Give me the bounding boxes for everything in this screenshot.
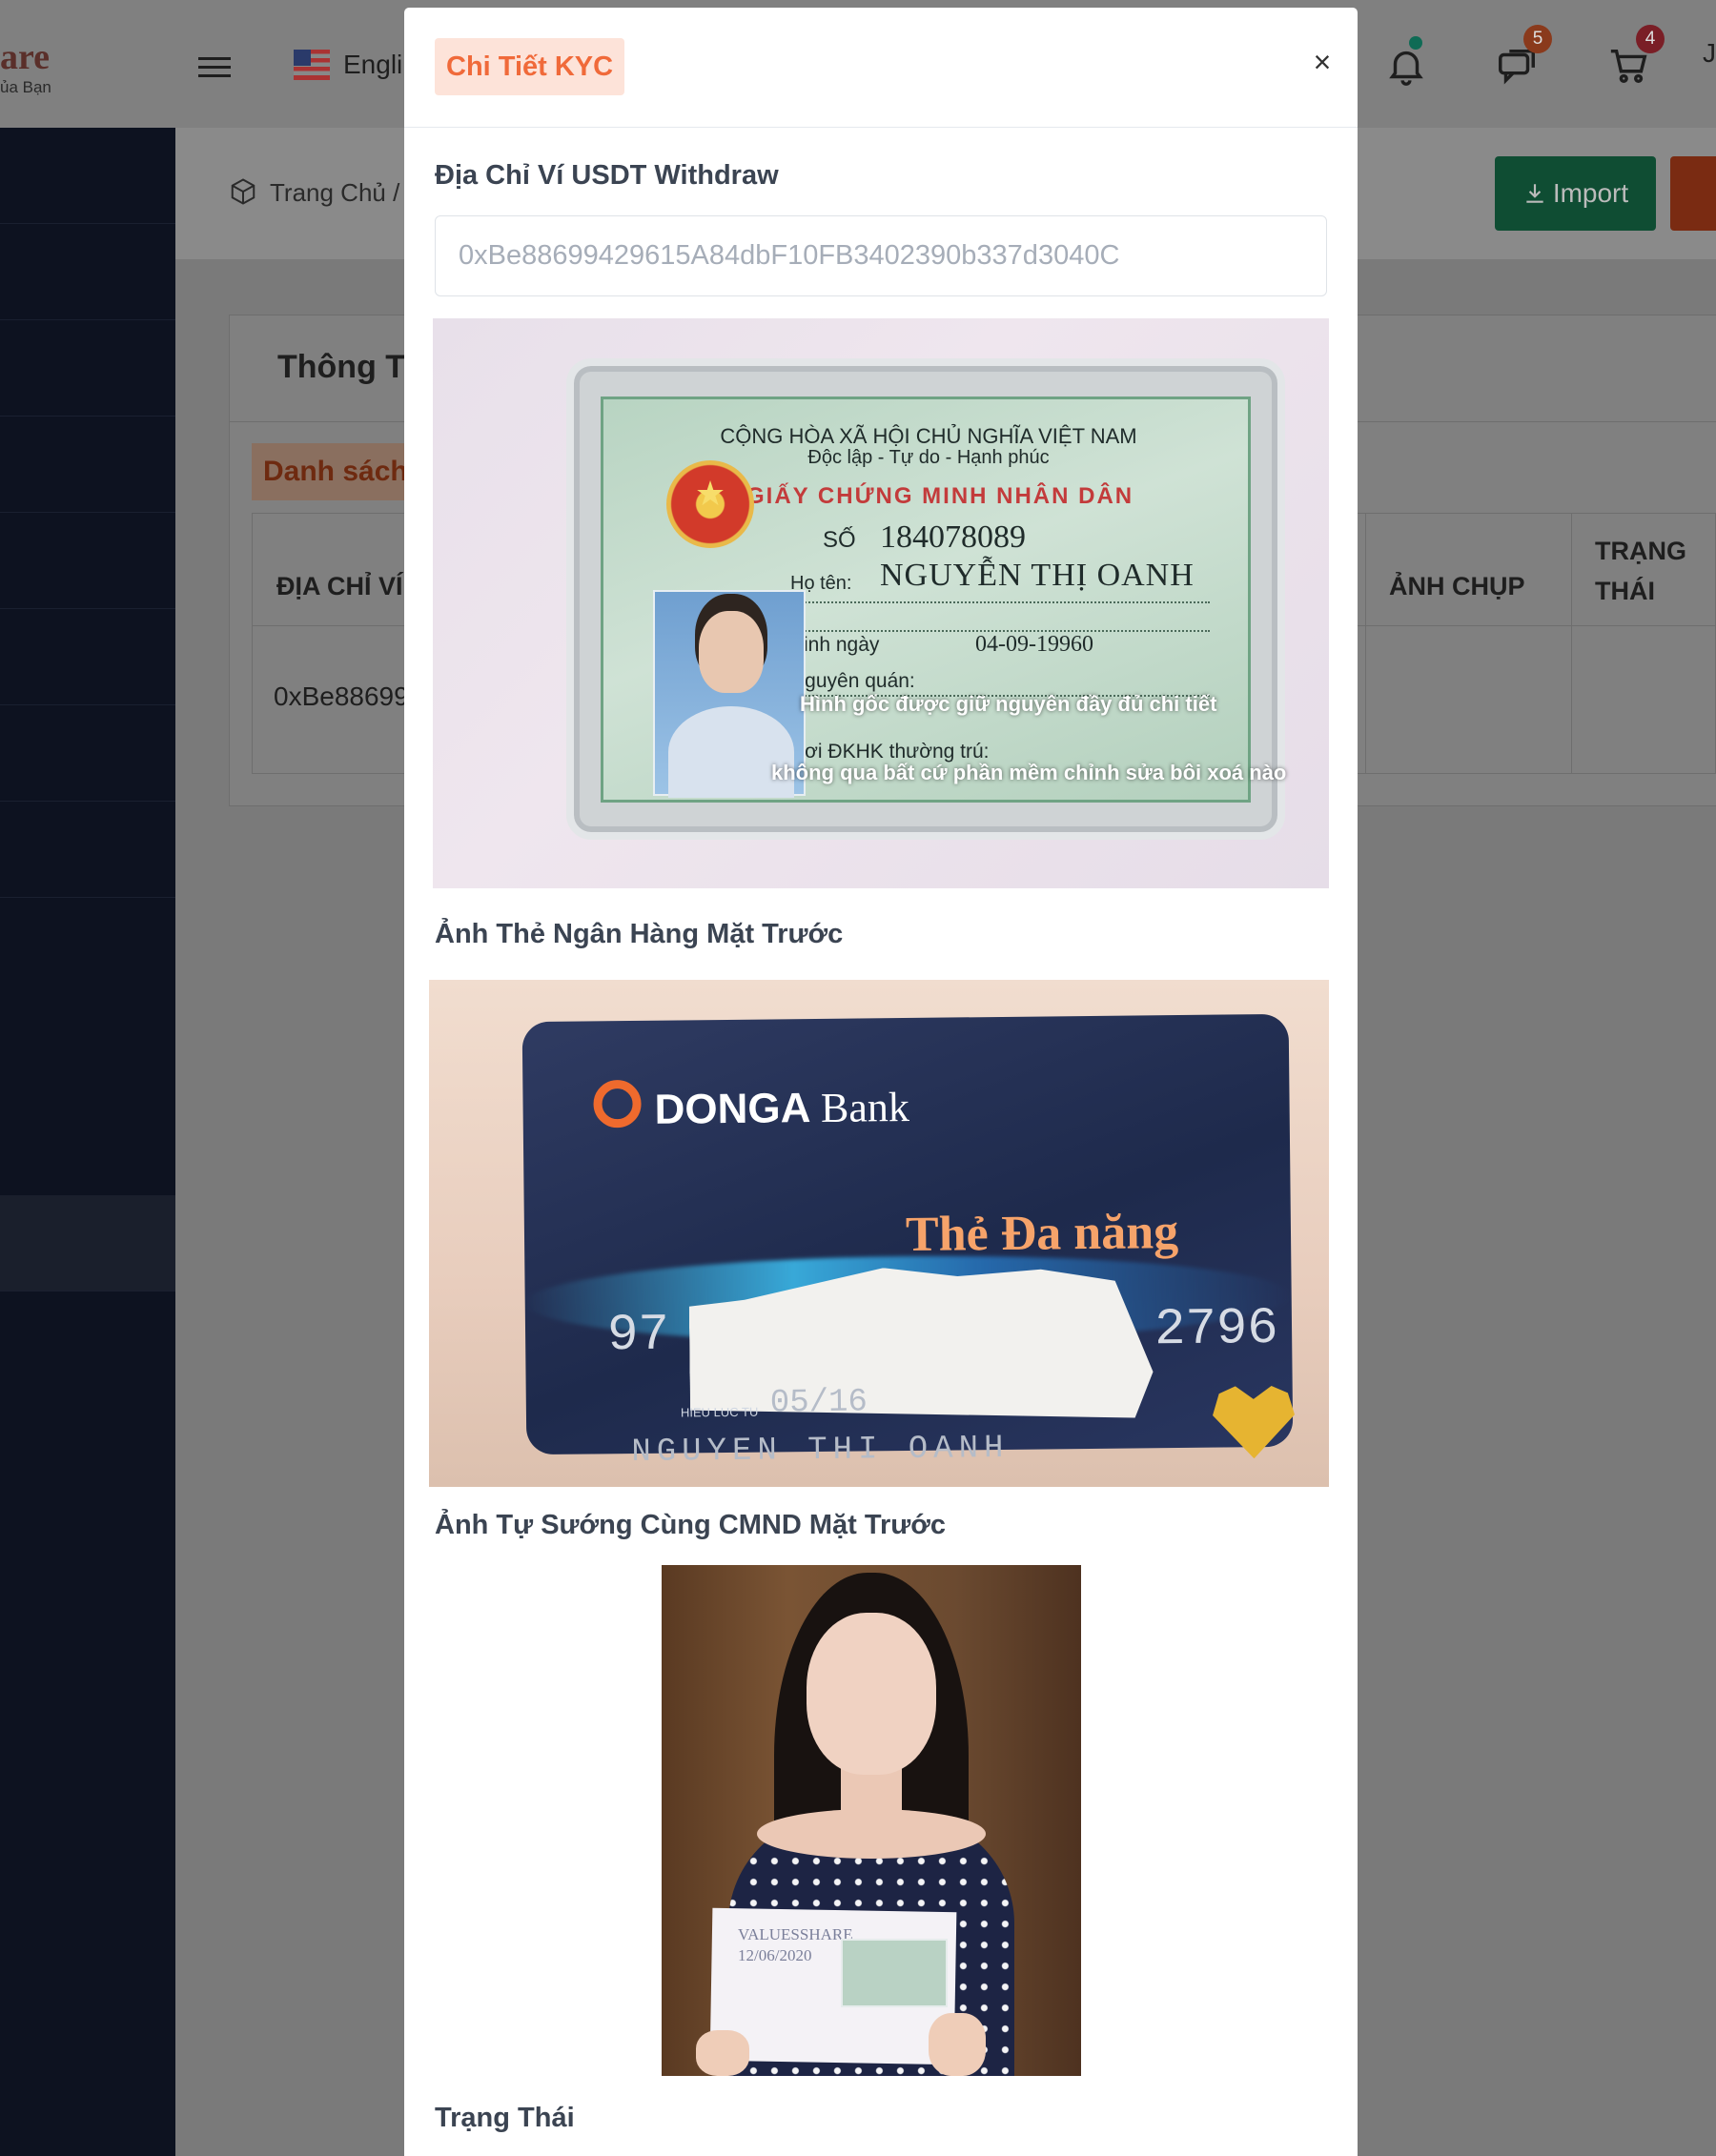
import-button[interactable]: Import — [1495, 156, 1656, 231]
column-header-status-line2: THÁI — [1595, 577, 1655, 605]
column-header-photo: ẢNH CHỤP — [1389, 572, 1525, 600]
sidebar-item[interactable] — [0, 609, 175, 705]
sidebar-item[interactable] — [0, 320, 175, 417]
print-button[interactable] — [1670, 156, 1716, 231]
card-tagline: Thẻ Đa năng — [905, 1205, 1179, 1263]
id-document-title: GIẤY CHỨNG MINH NHÂN DÂN — [746, 483, 1134, 509]
card-number-end: 2796 — [1154, 1299, 1279, 1360]
breadcrumb[interactable]: Trang Chủ / — [270, 178, 399, 208]
sidebar-item[interactable] — [0, 513, 175, 609]
sidebar-item[interactable] — [0, 224, 175, 320]
selfie-label: Ảnh Tự Sướng Cùng CMND Mặt Trước — [435, 1510, 946, 1540]
bank-brand: DONGA — [654, 1085, 810, 1133]
status-label: Trạng Thái — [435, 2103, 575, 2133]
cart-count-badge: 4 — [1636, 25, 1665, 53]
column-separator — [1365, 513, 1366, 774]
sidebar-item-active[interactable] — [0, 1195, 175, 1292]
sidebar-item[interactable] — [0, 128, 175, 224]
id-card-front-image[interactable]: CỘNG HÒA XÃ HỘI CHỦ NGHĨA VIỆT NAM Độc l… — [433, 318, 1329, 888]
card-valid-date: 05/16 — [769, 1384, 868, 1422]
column-header-wallet: ĐỊA CHỈ VÍ — [276, 572, 403, 600]
bank-card: DONGA Bank Thẻ Đa năng 97 2796 HIEU LUC … — [521, 1013, 1294, 1471]
right-hand — [929, 2013, 986, 2076]
paper-text-line2: 12/06/2020 — [738, 1946, 812, 1964]
wallet-address-input[interactable] — [435, 215, 1327, 296]
sidebar-item[interactable] — [0, 705, 175, 802]
download-icon — [1526, 184, 1543, 203]
notification-dot — [1409, 36, 1422, 50]
image-watermark-line1: Hình gốc được giữ nguyên đầy đủ chi tiết — [800, 692, 1217, 716]
sidebar-item[interactable] — [0, 802, 175, 898]
face — [807, 1613, 936, 1775]
sidebar-item[interactable] — [0, 417, 175, 513]
column-separator — [1571, 513, 1572, 774]
cube-icon — [229, 177, 257, 206]
card-title: Thông Ti — [277, 349, 414, 385]
card-valid-label: HIEU LUC TU — [680, 1404, 759, 1420]
modal-header: Chi Tiết KYC × — [404, 8, 1358, 128]
dotted-line — [790, 601, 1210, 603]
list-badge-label: Danh sách — [263, 456, 408, 487]
id-name: NGUYỄN THỊ OANH — [880, 558, 1195, 593]
bell-icon[interactable] — [1384, 44, 1428, 88]
app-logo-subtitle: ủa Bạn — [0, 78, 51, 96]
menu-toggle-icon[interactable] — [198, 57, 231, 80]
close-icon[interactable]: × — [1306, 46, 1338, 78]
id-dob: 04-09-19960 — [975, 632, 1093, 657]
heart-seal-icon — [1213, 1386, 1296, 1459]
column-header-status: TRẠNG THÁI — [1595, 531, 1686, 611]
id-origin-label: Nguyên quán: — [790, 670, 915, 692]
left-hand — [696, 2030, 749, 2076]
messages-count-badge: 5 — [1523, 25, 1552, 53]
kyc-detail-modal: Chi Tiết KYC × Địa Chỉ Ví USDT Withdraw … — [404, 8, 1358, 2156]
wallet-address-label: Địa Chỉ Ví USDT Withdraw — [435, 160, 779, 191]
us-flag-icon[interactable] — [294, 50, 330, 80]
card-number-start: 97 — [606, 1306, 670, 1366]
app-logo[interactable]: are — [0, 36, 50, 78]
bank-card-front-image[interactable]: DONGA Bank Thẻ Đa năng 97 2796 HIEU LUC … — [429, 980, 1329, 1487]
image-watermark-line2: không qua bất cứ phần mềm chỉnh sửa bôi … — [771, 761, 1287, 784]
id-card-face: CỘNG HÒA XÃ HỘI CHỦ NGHĨA VIỆT NAM Độc l… — [601, 397, 1251, 803]
card-holder-name: NGUYEN THI OANH — [631, 1430, 1010, 1472]
modal-title: Chi Tiết KYC — [435, 38, 625, 95]
bank-logo-icon — [593, 1079, 642, 1129]
list-badge: Danh sách — [252, 443, 414, 500]
language-selector[interactable]: Engli — [343, 50, 402, 80]
held-id-card — [841, 1939, 948, 2007]
import-button-label: Import — [1552, 178, 1629, 208]
table-row-wallet[interactable]: 0xBe88699 — [274, 681, 409, 712]
bank-card-label: Ảnh Thẻ Ngân Hàng Mặt Trước — [435, 919, 844, 949]
bank-brand-word: Bank — [820, 1083, 910, 1131]
id-number: 184078089 — [880, 519, 1026, 555]
bank-name: DONGA Bank — [654, 1083, 909, 1134]
paper-text-line1: VALUESSHARE — [738, 1925, 853, 1943]
column-header-status-line1: TRẠNG — [1595, 537, 1686, 565]
national-emblem-icon — [666, 460, 754, 548]
user-menu[interactable]: J — [1703, 38, 1716, 69]
sidebar — [0, 128, 175, 2156]
selfie-with-id-image[interactable]: VALUESSHARE 12/06/2020 — [662, 1565, 1081, 2076]
id-country-heading: CỘNG HÒA XÃ HỘI CHỦ NGHĨA VIỆT NAM — [720, 424, 1137, 448]
id-number-label: SỐ — [823, 527, 856, 553]
